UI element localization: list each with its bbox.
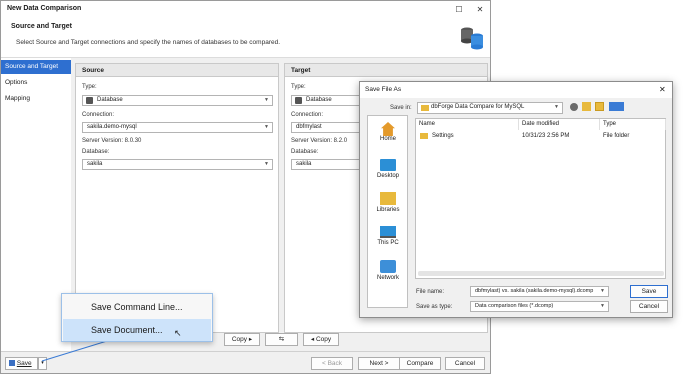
menu-item-save-command-line[interactable]: Save Command Line...: [63, 296, 211, 318]
place-home-label: Home: [379, 136, 396, 142]
menu-item-save-document[interactable]: Save Document...: [63, 319, 211, 341]
this-pc-icon: [380, 226, 396, 238]
place-home[interactable]: Home: [368, 122, 408, 142]
save-in-select[interactable]: dbForge Data Compare for MySQL ▼: [417, 102, 563, 114]
save-as-type-label: Save as type:: [416, 304, 453, 310]
folder-icon: [421, 105, 429, 111]
file-row[interactable]: Settings 10/31/23 2:56 PM File folder: [416, 131, 665, 142]
back-nav-icon[interactable]: [570, 103, 578, 111]
place-desktop-label: Desktop: [376, 173, 399, 179]
place-libraries[interactable]: Libraries: [368, 192, 408, 213]
horizontal-scrollbar[interactable]: [418, 271, 664, 276]
chevron-down-icon: ▼: [554, 104, 559, 110]
dialog-title: Save File As: [365, 86, 402, 93]
save-in-label: Save in:: [390, 105, 412, 111]
mouse-cursor-icon: ↖: [174, 328, 182, 338]
dialog-title-bar: Save File As ✕: [360, 82, 672, 98]
dialog-save-button[interactable]: Save: [630, 285, 668, 298]
file-date-cell: 10/31/23 2:56 PM: [522, 133, 570, 139]
folder-icon: [420, 133, 428, 139]
place-this-pc-label: This PC: [377, 240, 399, 246]
file-name-label: File name:: [416, 289, 445, 295]
save-as-type-select[interactable]: Data comparison files (*.dcomp) ▼: [470, 301, 609, 312]
place-network-label: Network: [376, 275, 399, 281]
save-dropdown-menu: Save Command Line... Save Document... ↖: [61, 293, 213, 342]
column-header-name[interactable]: Name: [416, 119, 519, 130]
file-name-cell: Settings: [432, 133, 454, 139]
up-folder-icon[interactable]: [582, 102, 591, 111]
save-as-type-value: Data comparison files (*.dcomp): [475, 303, 554, 309]
save-file-as-dialog: Save File As ✕ Save in: dbForge Data Com…: [359, 81, 673, 318]
places-bar: Home Desktop Libraries This PC Network: [367, 115, 408, 308]
dialog-close-icon[interactable]: ✕: [659, 85, 666, 94]
column-header-type[interactable]: Type: [600, 119, 666, 130]
new-folder-icon[interactable]: [595, 102, 604, 111]
desktop-icon: [380, 159, 396, 171]
chevron-down-icon: ▼: [600, 303, 605, 309]
save-in-value: dbForge Data Compare for MySQL: [431, 104, 525, 110]
file-name-input[interactable]: dbfmylast) vs. sakila (sakila.demo-mysql…: [470, 286, 609, 297]
place-desktop[interactable]: Desktop: [368, 159, 408, 179]
home-icon: [381, 122, 395, 136]
place-this-pc[interactable]: This PC: [368, 226, 408, 246]
libraries-icon: [380, 192, 396, 205]
place-network[interactable]: Network: [368, 260, 408, 281]
column-header-date-modified[interactable]: Date modified: [519, 119, 600, 130]
file-type-cell: File folder: [603, 133, 630, 139]
place-libraries-label: Libraries: [376, 207, 400, 213]
file-list: Name Date modified Type Settings 10/31/2…: [415, 118, 666, 279]
network-icon: [380, 260, 396, 273]
dialog-cancel-button[interactable]: Cancel: [630, 300, 668, 313]
chevron-down-icon: ▼: [600, 288, 605, 294]
view-menu-icon[interactable]: [609, 102, 624, 111]
file-name-value: dbfmylast) vs. sakila (sakila.demo-mysql…: [475, 288, 594, 294]
